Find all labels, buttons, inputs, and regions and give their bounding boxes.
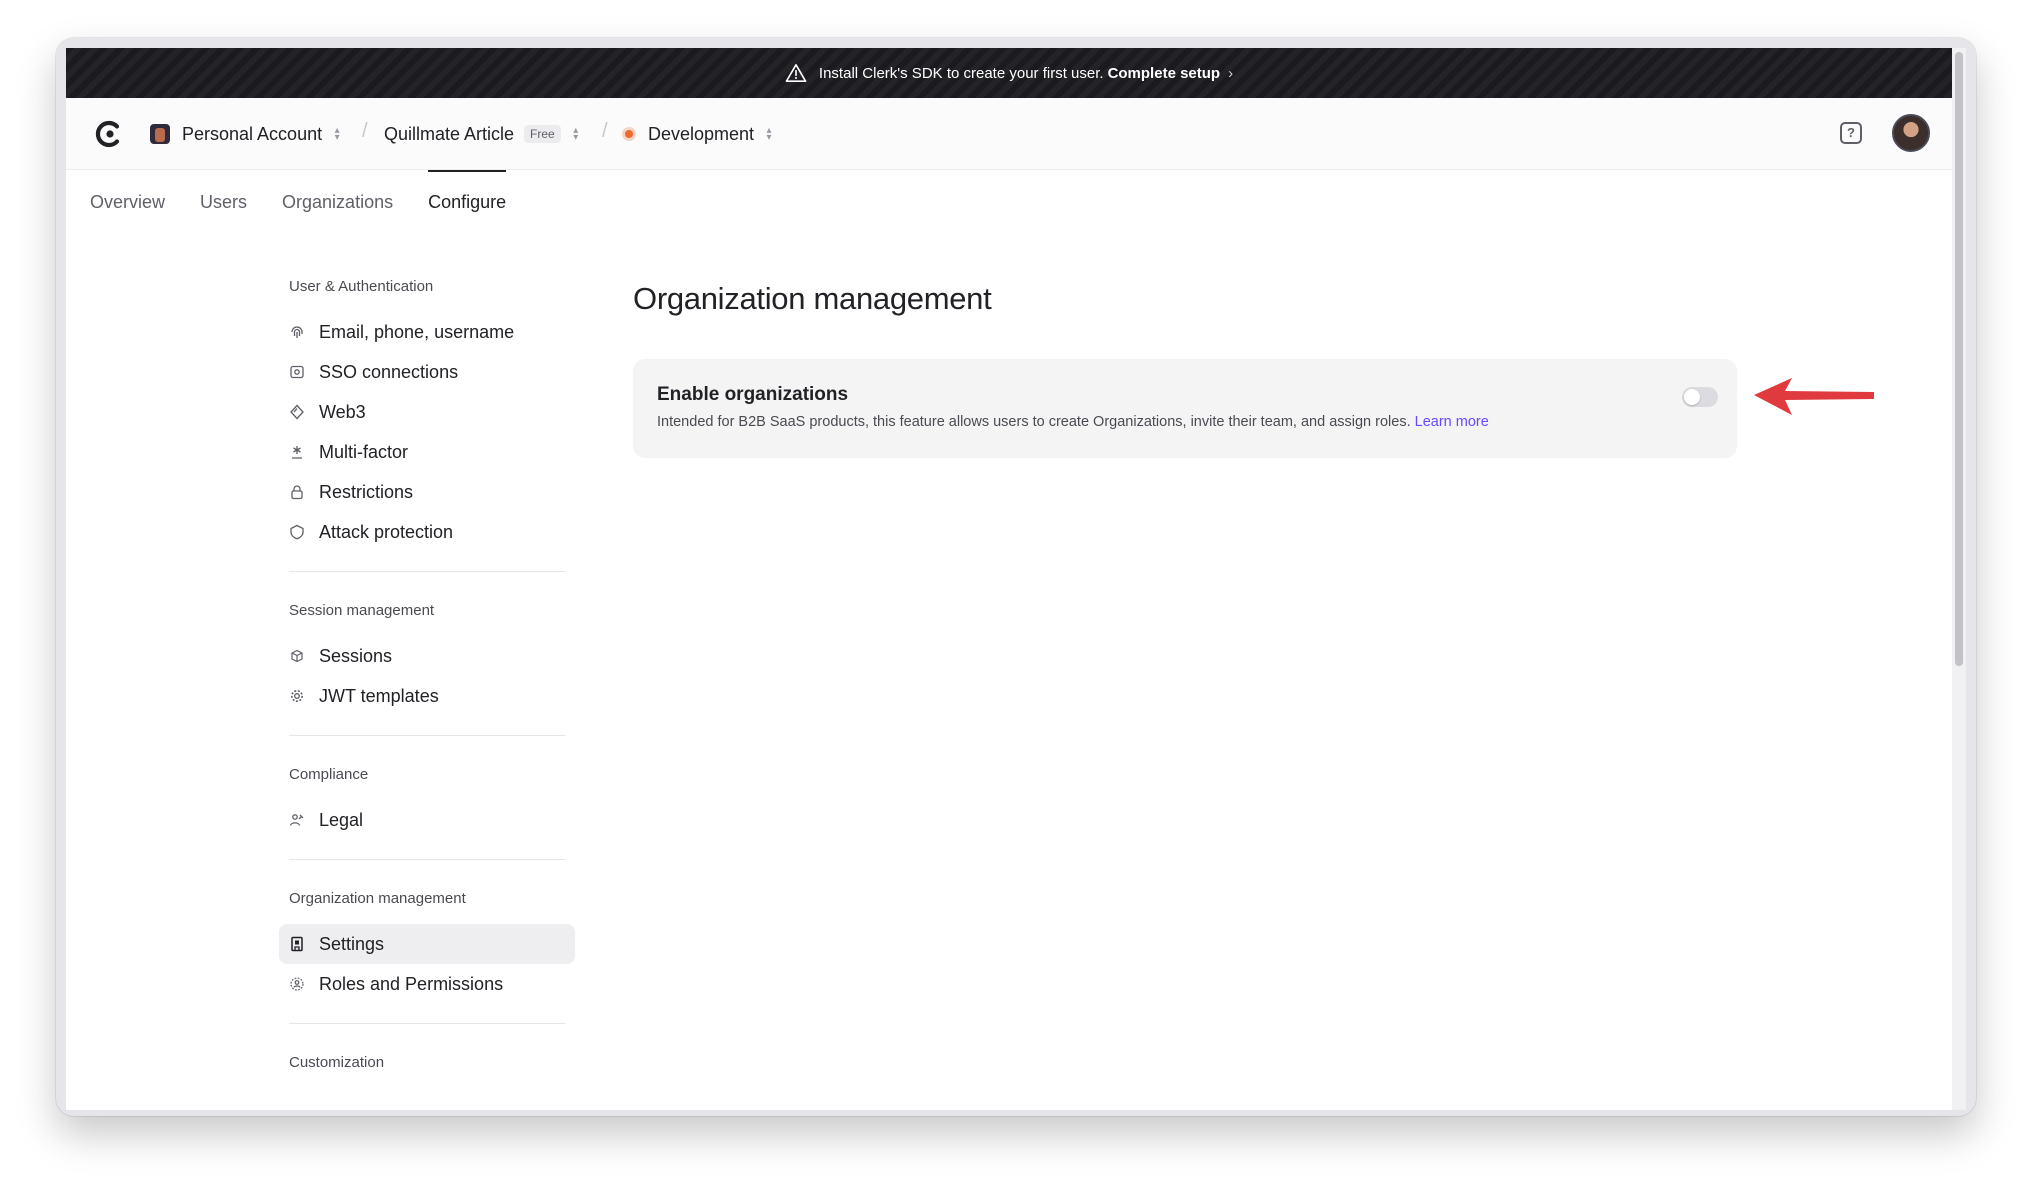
sidebar-item-label: Email, phone, username [319, 321, 515, 342]
breadcrumb-separator: / [602, 120, 608, 142]
legal-icon [289, 814, 304, 826]
top-bar: Personal Account ▴ ▾ / Quillmate Article … [66, 98, 1952, 170]
lock-icon [291, 485, 303, 500]
tab-organizations[interactable]: Organizations [282, 170, 393, 226]
sidebar-item-web3[interactable]: Web3 [279, 392, 575, 432]
card-description-text: Intended for B2B SaaS products, this fea… [657, 414, 1411, 430]
breadcrumb-separator: / [362, 120, 368, 142]
sidebar-item-sso-connections[interactable]: SSO connections [279, 352, 575, 392]
chevron-updown-icon: ▴ ▾ [766, 125, 772, 143]
sidebar-item-label: SSO connections [319, 361, 459, 382]
building-icon [291, 936, 303, 952]
sidebar-section-title: User & Authentication [289, 278, 434, 295]
shield-icon [290, 524, 304, 540]
sidebar-item-roles-and-permissions[interactable]: Roles and Permissions [279, 964, 575, 1004]
sidebar-item-label: Settings [319, 933, 385, 954]
tab-configure[interactable]: Configure [428, 170, 507, 226]
sidebar-item-sessions[interactable]: Sessions [279, 636, 575, 676]
card-title: Enable organizations [657, 384, 849, 405]
page-scrollbar[interactable] [1952, 48, 1966, 1110]
environment-status-dot [622, 127, 636, 141]
complete-setup-link[interactable]: Complete setup [1108, 65, 1221, 82]
sidebar-item-label: Multi-factor [319, 441, 409, 462]
sidebar-item-email-phone-username[interactable]: Email, phone, username [279, 312, 575, 352]
sidebar-section-title: Session management [289, 602, 435, 619]
sidebar-item-settings[interactable]: Settings [279, 924, 575, 964]
chevron-updown-icon: ▴ ▾ [573, 125, 579, 143]
sidebar-item-label: JWT templates [319, 685, 439, 706]
sidebar-section-title: Organization management [289, 890, 466, 907]
environment-name: Development [648, 123, 755, 144]
page-viewport: Install Clerk's SDK to create your first… [66, 48, 1952, 1110]
sidebar-item-label: Sessions [319, 645, 393, 666]
tab-users[interactable]: Users [200, 170, 247, 226]
banner-text: Install Clerk's SDK to create your first… [818, 64, 1104, 82]
sidebar-item-legal[interactable]: Legal [279, 800, 575, 840]
setup-banner[interactable]: Install Clerk's SDK to create your first… [66, 48, 1952, 98]
clerk-logo-icon[interactable] [94, 118, 126, 150]
card-description: Intended for B2B SaaS products, this fea… [657, 414, 1489, 430]
help-icon[interactable]: ? [1840, 122, 1862, 144]
gear-icon [291, 690, 303, 702]
toggle-knob [1684, 389, 1700, 405]
sidebar-item-attack-protection[interactable]: Attack protection [279, 512, 575, 552]
plan-badge: Free [524, 125, 561, 143]
application-name: Quillmate Article [384, 123, 515, 144]
sidebar-item-label: Web3 [319, 401, 366, 422]
fingerprint-icon [291, 326, 303, 338]
sidebar-section-title: Customization [289, 1054, 385, 1071]
chevron-right-icon: › [1228, 64, 1234, 82]
asterisk-icon [292, 446, 302, 459]
sidebar-section-title: Compliance [289, 766, 369, 783]
roles-icon [290, 977, 304, 991]
annotation-arrow-icon [1754, 378, 1874, 415]
sidebar-item-label: Attack protection [319, 521, 454, 542]
chevron-updown-icon: ▴ ▾ [334, 125, 340, 143]
sidebar-item-restrictions[interactable]: Restrictions [279, 472, 575, 512]
enable-organizations-card: Enable organizations Intended for B2B Sa… [633, 359, 1737, 458]
sidebar-item-jwt-templates[interactable]: JWT templates [279, 676, 575, 716]
warning-triangle-icon [785, 63, 807, 82]
account-switcher[interactable]: Personal Account ▴ ▾ [150, 120, 342, 148]
learn-more-link[interactable]: Learn more [1415, 414, 1489, 430]
user-avatar[interactable] [1892, 114, 1930, 152]
sidebar-item-label: Legal [319, 809, 364, 830]
browser-window: Install Clerk's SDK to create your first… [56, 38, 1976, 1116]
tab-overview[interactable]: Overview [90, 170, 165, 226]
sessions-icon [291, 649, 303, 663]
sidebar-item-label: Roles and Permissions [319, 973, 504, 994]
main-tabs: Overview Users Organizations Configure [90, 170, 541, 226]
application-switcher[interactable]: Quillmate Article Free ▴ ▾ [384, 120, 581, 148]
account-avatar-icon [150, 124, 170, 144]
enable-organizations-toggle[interactable] [1682, 387, 1718, 407]
configure-sidebar: User & Authentication Email, phone, user… [279, 278, 581, 1078]
scrollbar-thumb[interactable] [1955, 52, 1963, 666]
environment-switcher[interactable]: Development ▴ ▾ [622, 120, 774, 148]
sidebar-item-label: Restrictions [319, 481, 414, 502]
web3-diamond-icon [290, 404, 304, 420]
sidebar-item-multi-factor[interactable]: Multi-factor [279, 432, 575, 472]
page-title: Organization management [633, 281, 992, 316]
account-name: Personal Account [182, 123, 323, 144]
sso-icon [290, 365, 304, 379]
